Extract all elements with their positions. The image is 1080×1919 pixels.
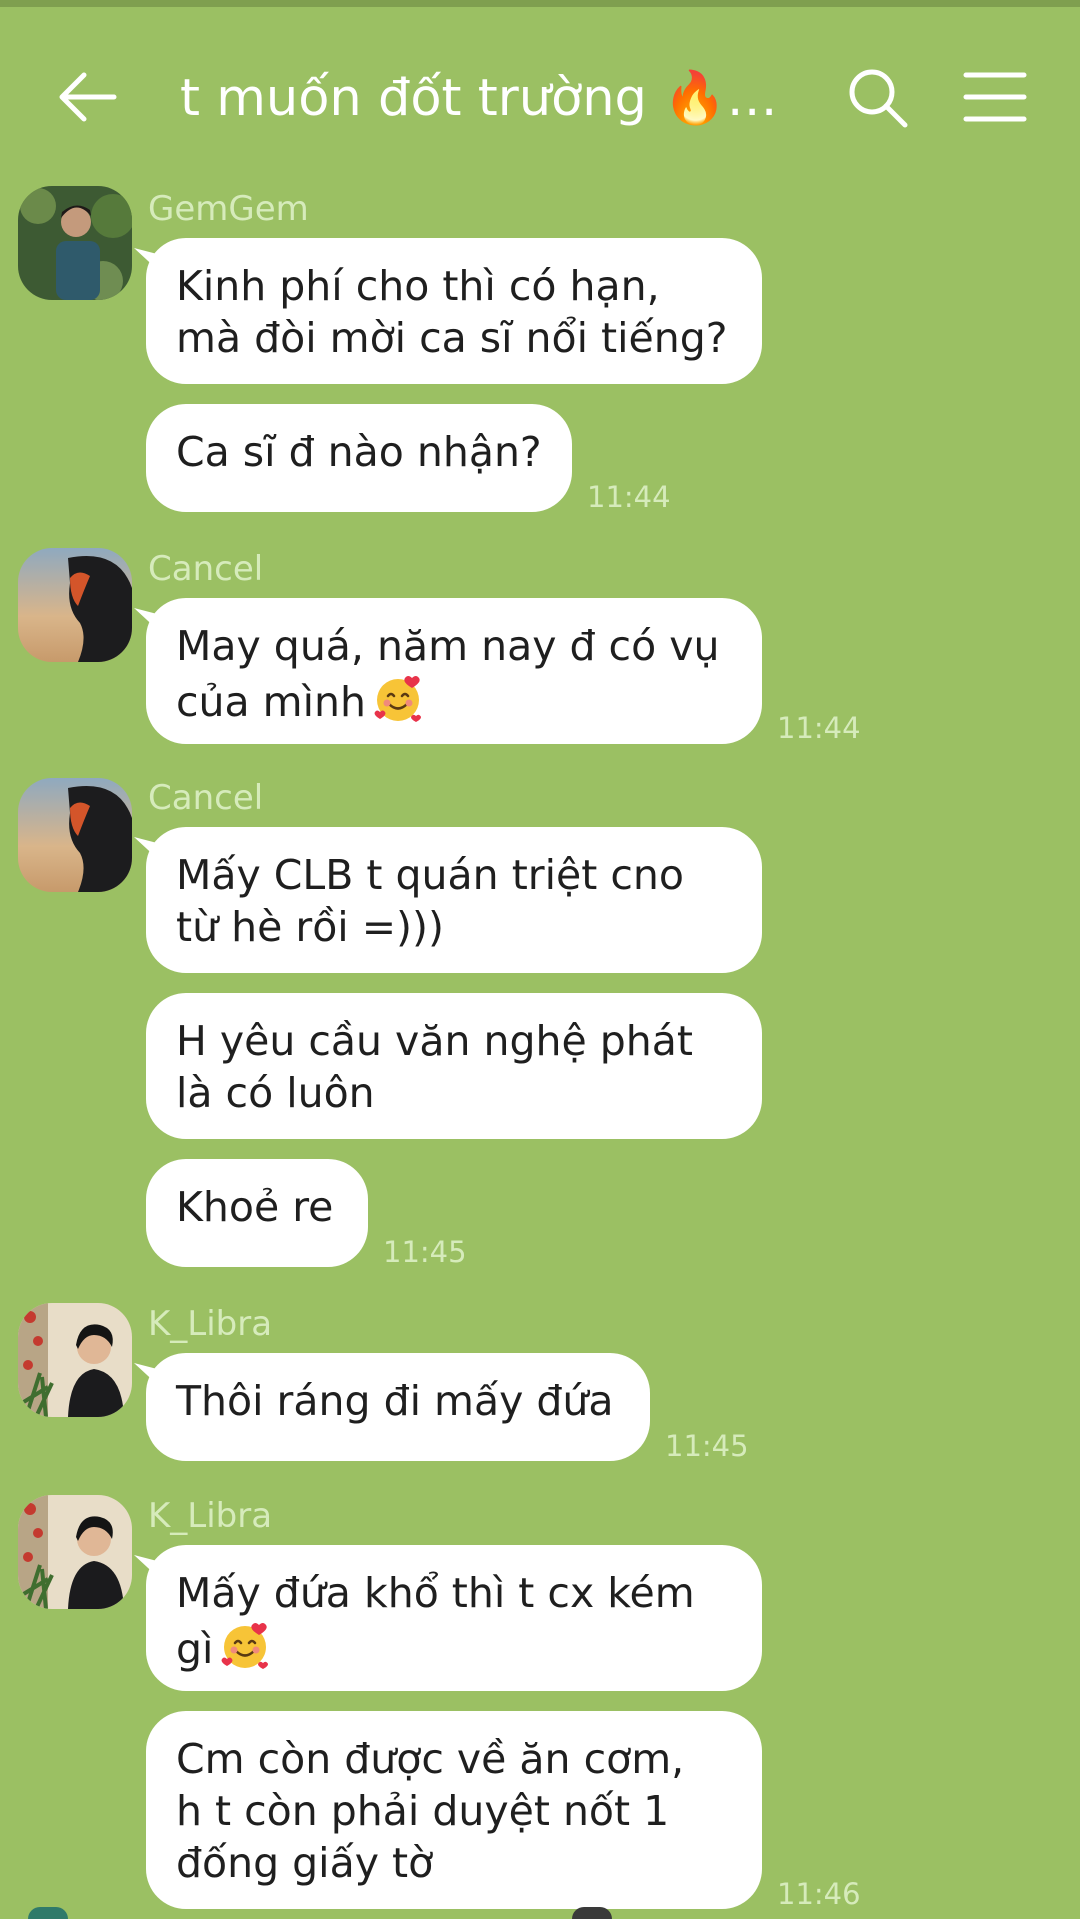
avatar-k-libra[interactable] (18, 1495, 132, 1609)
chat-header: t muốn đốt trường 🔥… (0, 7, 1080, 177)
message-bubble[interactable]: Mấy CLB t quán triệt cno từ hè rồi =))) (146, 827, 762, 973)
message-time: 11:44 (587, 480, 671, 514)
avatar-cancel[interactable] (18, 778, 132, 892)
avatar-cancel[interactable] (18, 548, 132, 662)
arrow-left-icon (59, 72, 117, 122)
menu-button[interactable] (962, 67, 1028, 127)
sender-name: GemGem (148, 189, 309, 229)
message-bubble[interactable]: H yêu cầu văn nghệ phát là có luôn (146, 993, 762, 1139)
message-bubble[interactable]: Kinh phí cho thì có hạn, mà đòi mời ca s… (146, 238, 762, 384)
sender-name: Cancel (148, 778, 264, 818)
back-button[interactable] (52, 62, 122, 132)
partial-avatar (572, 1907, 612, 1919)
search-button[interactable] (845, 65, 911, 131)
smiling-face-with-hearts-emoji (221, 1623, 269, 1669)
message-text: May quá, năm nay đ có vụ của mình (176, 622, 720, 726)
sender-name: Cancel (148, 549, 264, 589)
message-bubble[interactable]: Cm còn được về ăn cơm, h t còn phải duyệ… (146, 1711, 762, 1909)
chat-title[interactable]: t muốn đốt trường 🔥… (180, 59, 800, 139)
smiling-face-with-hearts-emoji (374, 676, 421, 722)
message-time: 11:45 (665, 1429, 749, 1463)
sender-name: K_Libra (148, 1304, 273, 1344)
message-bubble[interactable]: Ca sĩ đ nào nhận? (146, 404, 572, 512)
sender-name: K_Libra (148, 1496, 273, 1536)
avatar-gemgem[interactable] (18, 186, 132, 300)
message-bubble[interactable]: Khoẻ re (146, 1159, 368, 1267)
avatar-k-libra[interactable] (18, 1303, 132, 1417)
message-bubble[interactable]: Mấy đứa khổ thì t cx kém gì (146, 1545, 762, 1691)
message-time: 11:46 (777, 1877, 861, 1911)
message-bubble[interactable]: Thôi ráng đi mấy đứa (146, 1353, 650, 1461)
status-strip (0, 0, 1080, 7)
message-time: 11:45 (383, 1235, 467, 1269)
search-icon (849, 69, 908, 128)
hamburger-menu-icon (963, 72, 1027, 122)
partial-avatar (28, 1907, 68, 1919)
message-bubble[interactable]: May quá, năm nay đ có vụ của mình (146, 598, 762, 744)
message-time: 11:44 (777, 711, 861, 745)
